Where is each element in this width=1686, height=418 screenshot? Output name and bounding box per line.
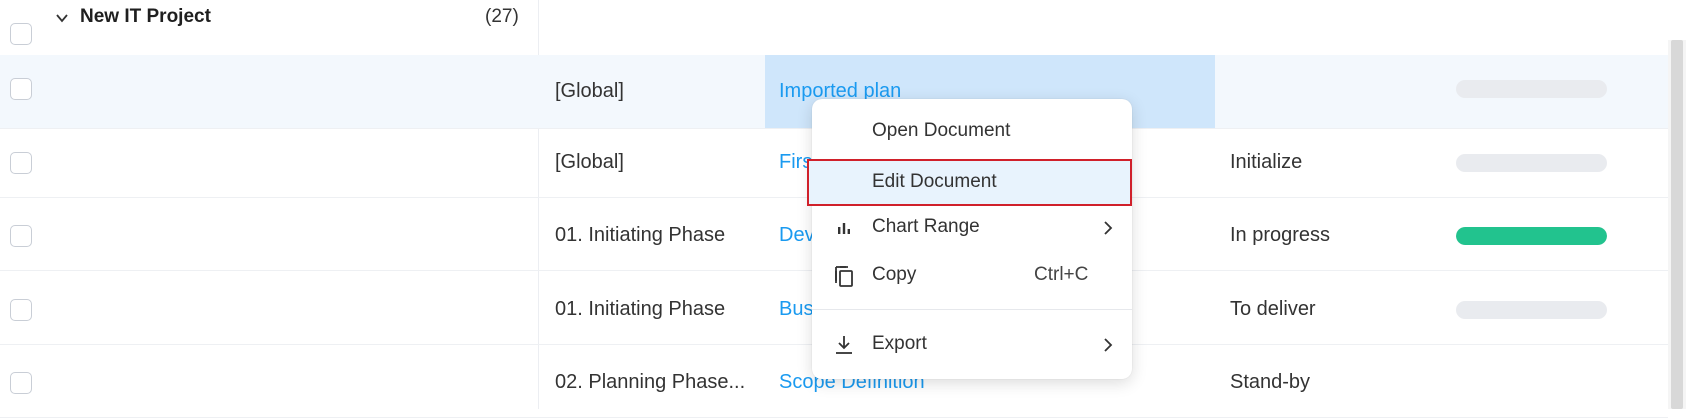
document-link[interactable]: Dev [779,224,815,247]
menu-item-chart-range[interactable]: Chart Range [812,204,1132,252]
menu-item-label: Chart Range [872,216,980,237]
menu-item-copy[interactable]: Copy Ctrl+C [812,252,1132,300]
phase-cell: [Global] [555,151,624,173]
document-link[interactable]: Bus [779,298,813,321]
menu-item-label: Copy [872,264,917,285]
group-title: New IT Project [80,6,211,27]
row-checkbox[interactable] [10,78,32,100]
row-checkbox[interactable] [10,372,32,394]
menu-item-label: Open Document [872,120,1011,141]
phase-cell: 01. Initiating Phase [555,224,726,246]
phase-cell: 01. Initiating Phase [555,298,726,320]
menu-divider [812,309,1132,310]
status-cell: Initialize [1230,151,1303,173]
copy-shortcut: Ctrl+C [1034,264,1089,285]
progress-fill [1456,227,1607,245]
copy-icon [835,266,853,287]
progress-bar [1456,80,1607,98]
phase-cell: [Global] [555,80,624,102]
menu-item-open-document[interactable]: Open Document [812,108,1132,156]
progress-bar [1456,227,1607,245]
group-count: (27) [485,6,519,27]
row-checkbox[interactable] [10,152,32,174]
progress-bar [1456,301,1607,319]
bar-chart-icon [838,223,850,234]
phase-cell: 02. Planning Phase... [555,371,746,393]
progress-bar [1456,154,1607,172]
download-icon [836,336,852,354]
group-checkbox[interactable] [10,23,32,45]
menu-item-edit-document[interactable]: Edit Document [807,159,1132,206]
group-header-row[interactable]: New IT Project (27) [0,0,1668,56]
scrollbar-thumb[interactable] [1671,40,1683,409]
status-cell: To deliver [1230,298,1316,320]
row-checkbox[interactable] [10,299,32,321]
context-menu: Open Document Edit Document Chart Range … [807,99,1132,379]
chevron-down-icon[interactable] [55,11,69,25]
row-checkbox[interactable] [10,225,32,247]
chevron-right-icon [1104,338,1113,352]
menu-item-export[interactable]: Export [812,321,1132,369]
menu-item-label: Edit Document [872,171,997,192]
status-cell: Stand-by [1230,371,1311,393]
menu-item-label: Export [872,333,927,354]
chevron-right-icon [1104,221,1113,235]
status-cell: In progress [1230,224,1331,246]
